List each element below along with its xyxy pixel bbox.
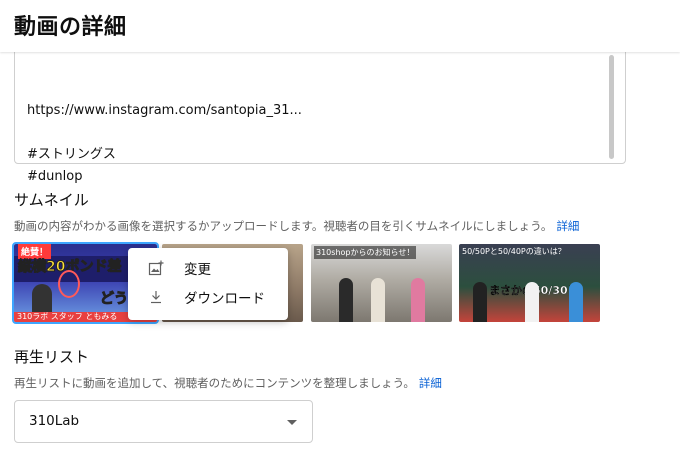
thumbnail-person [569,282,583,322]
menu-item-download[interactable]: ダウンロード [128,282,288,312]
download-icon [151,291,161,304]
playlist-select[interactable]: 310Lab [14,400,313,443]
thumbnail-person [411,278,425,322]
playlist-learn-more-link[interactable]: 詳細 [419,376,442,390]
thumbnail-option-auto-3[interactable]: 50/50Pと50/40Pの違いは？ まさかの50/30！ [459,244,600,322]
menu-item-change-label: 変更 [184,262,211,278]
menu-item-download-label: ダウンロード [184,291,265,307]
page-header: 動画の詳細 [0,0,680,52]
dropdown-arrow-icon [287,420,297,425]
add-photo-icon [148,260,164,276]
thumbnail-option-auto-2[interactable]: 310shopからのお知らせ！ [311,244,452,322]
thumbnail-caption: 310shopからのお知らせ！ [314,246,417,259]
description-line: https://www.instagram.com/santopia_31... [27,103,302,118]
page-title: 動画の詳細 [14,15,127,40]
description-line: #ストリングス [27,147,116,162]
playlist-section-subtitle: 再生リストに動画を追加して、視聴者のためにコンテンツを整理しましょう。 詳細 [14,375,442,391]
thumbnail-options-menu: 変更 ダウンロード [128,248,288,320]
thumbnail-mannequin [371,278,385,322]
menu-item-change[interactable]: 変更 [128,253,288,283]
thumbnail-learn-more-link[interactable]: 詳細 [556,219,579,233]
thumbnail-subtitle-text: 動画の内容がわかる画像を選択するかアップロードします。視聴者の目を引くサムネイル… [14,219,553,233]
description-textarea[interactable]: https://www.instagram.com/santopia_31...… [14,40,626,184]
thumbnail-person [525,282,539,322]
playlist-subtitle-text: 再生リストに動画を追加して、視聴者のためにコンテンツを整理しましょう。 [14,376,415,390]
description-line [27,122,302,144]
thumbnail-person [339,278,353,322]
thumbnail-bottom-text: 310ラボ スタッフ ともみる [17,312,118,321]
description-line: #dunlop [27,169,83,184]
thumbnail-caption: 50/50Pと50/40Pの違いは？ [462,247,566,256]
thumbnail-section-title: サムネイル [14,191,89,209]
description-scrollbar[interactable] [609,55,614,159]
playlist-select-value: 310Lab [29,413,80,429]
thumbnail-options: 絶賛！ 縦横20ポンド差 どうな 310ラボ スタッフ ともみる 310shop… [12,242,604,324]
thumbnail-section-subtitle: 動画の内容がわかる画像を選択するかアップロードします。視聴者の目を引くサムネイル… [14,218,579,234]
playlist-section-title: 再生リスト [14,348,90,366]
thumbnail-person [473,282,487,322]
racket-icon [58,270,80,298]
